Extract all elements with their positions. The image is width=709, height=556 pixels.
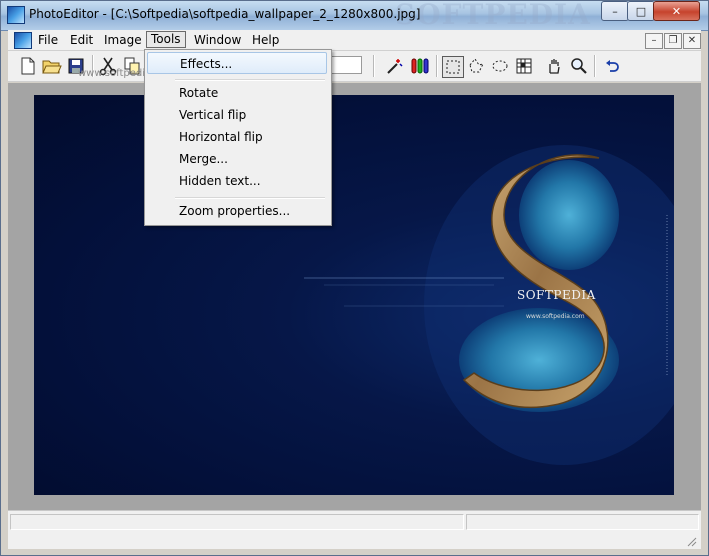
image-url-text: www.softpedia.com [526,313,585,320]
window-title: PhotoEditor - [C:\Softpedia\softpedia_wa… [29,7,421,21]
menu-item-effects[interactable]: Effects... [147,52,327,74]
title-bar[interactable]: SOFTPEDIA PhotoEditor - [C:\Softpedia\so… [0,0,709,31]
menu-file[interactable]: File [34,32,62,48]
status-panel-right [466,514,699,530]
ellipse-select-icon[interactable] [490,56,510,76]
menu-help[interactable]: Help [248,32,283,48]
image-softpedia-text: SOFTPEDIA [517,288,596,302]
mdi-minimize-button[interactable]: – [645,33,663,49]
menu-item-hidden-text[interactable]: Hidden text... [147,170,327,192]
new-icon[interactable] [18,56,38,76]
status-panel-main [10,514,464,530]
open-icon[interactable] [42,56,62,76]
menu-bar: File Edit Image Tools Window Help – ❐ ✕ [8,30,701,51]
app-icon[interactable] [7,6,25,24]
zoom-field[interactable] [330,56,362,74]
maximize-button[interactable]: □ [627,1,655,21]
resize-grip-icon[interactable] [685,535,697,547]
undo-icon[interactable] [602,56,622,76]
menu-item-horizontal-flip[interactable]: Horizontal flip [147,126,327,148]
mdi-close-button[interactable]: ✕ [683,33,701,49]
menu-item-vertical-flip[interactable]: Vertical flip [147,104,327,126]
tools-dropdown: Effects... Rotate Vertical flip Horizont… [144,49,332,226]
image-canvas[interactable]: SOFTPEDIA www.softpedia.com [34,95,674,495]
pattern-icon[interactable] [514,56,534,76]
softpedia-watermark: SOFTPEDIA [395,0,591,31]
minimize-button[interactable]: – [601,1,629,21]
rect-select-icon[interactable] [442,56,464,78]
hand-pan-icon[interactable] [544,56,564,76]
menu-item-zoom-properties[interactable]: Zoom properties... [147,200,327,222]
document-icon[interactable] [14,32,32,49]
menu-image[interactable]: Image [100,32,146,48]
menu-tools[interactable]: Tools [146,31,186,48]
mdi-restore-button[interactable]: ❐ [664,33,682,49]
workspace[interactable]: SOFTPEDIA www.softpedia.com www.softpedi… [8,68,701,510]
zoom-icon[interactable] [569,56,589,76]
menu-item-rotate[interactable]: Rotate [147,82,327,104]
menu-window[interactable]: Window [190,32,245,48]
magic-wand-icon[interactable] [384,56,404,76]
close-button[interactable]: ✕ [653,1,700,21]
menu-item-merge[interactable]: Merge... [147,148,327,170]
menu-edit[interactable]: Edit [66,32,97,48]
lasso-select-icon[interactable] [466,56,486,76]
color-channels-icon[interactable] [410,56,430,76]
status-bar [8,510,701,549]
